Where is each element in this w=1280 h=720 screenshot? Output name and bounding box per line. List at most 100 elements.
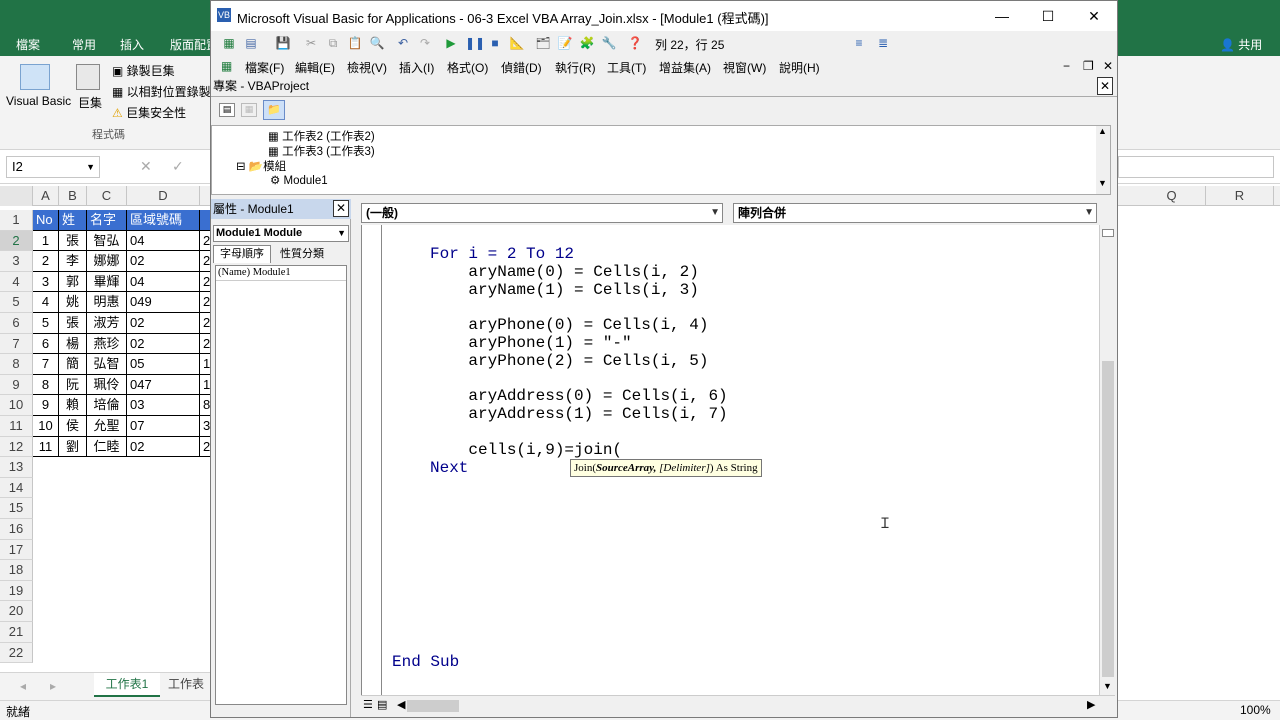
select-all-corner[interactable] — [0, 186, 33, 206]
table-cell[interactable]: 燕珍 — [87, 333, 127, 355]
table-cell[interactable]: 3 — [33, 271, 59, 293]
table-cell[interactable]: 智弘 — [87, 230, 127, 252]
tab-file[interactable]: 檔案 — [16, 36, 40, 53]
table-cell[interactable]: 培倫 — [87, 395, 127, 416]
properties-object-select[interactable]: Module1 Module ▼ — [213, 225, 349, 242]
tree-item-sheet2[interactable]: ▦ 工作表2 (工作表2) — [268, 128, 375, 144]
undo-icon[interactable]: ↶ — [395, 35, 411, 51]
copy-icon[interactable]: ⧉ — [325, 35, 341, 51]
properties-window-icon[interactable]: 📝 — [557, 35, 573, 51]
table-cell[interactable]: 張 — [59, 230, 87, 252]
table-cell[interactable]: 張 — [59, 313, 87, 334]
table-cell[interactable]: 9 — [33, 395, 59, 416]
maximize-button[interactable]: ☐ — [1025, 1, 1071, 31]
table-cell[interactable]: 弘智 — [87, 354, 127, 375]
table-cell[interactable]: 02 — [127, 251, 200, 272]
zoom-level[interactable]: 100% — [1240, 703, 1271, 717]
formula-input[interactable] — [1118, 156, 1274, 178]
table-cell[interactable]: 7 — [33, 354, 59, 375]
reset-icon[interactable]: ■ — [487, 35, 503, 51]
vertical-scroll-thumb[interactable] — [1102, 361, 1114, 677]
row-header[interactable]: 1 — [0, 210, 33, 231]
table-header-cell[interactable]: No — [33, 210, 59, 231]
macros-icon[interactable] — [76, 64, 100, 90]
menu-debug[interactable]: 偵錯(D) — [501, 59, 542, 76]
code-margin-bar[interactable] — [362, 225, 382, 695]
row-header[interactable]: 19 — [0, 580, 33, 602]
table-header-cell[interactable]: 名字 — [87, 210, 127, 231]
col-header-b[interactable]: B — [59, 186, 87, 206]
code-line[interactable]: For i = 2 To 12 — [430, 245, 574, 263]
tab-insert[interactable]: 插入 — [120, 36, 144, 53]
visual-basic-icon[interactable] — [20, 64, 50, 90]
table-cell[interactable]: 11 — [33, 436, 59, 458]
row-header[interactable]: 9 — [0, 374, 33, 396]
procedure-view-icon[interactable]: ☰ — [363, 698, 373, 711]
save-icon[interactable]: 💾 — [275, 35, 291, 51]
scroll-up-icon[interactable]: ▲ — [1098, 126, 1107, 136]
menu-addins[interactable]: 增益集(A) — [659, 59, 711, 76]
minimize-button[interactable]: — — [979, 1, 1025, 31]
table-cell[interactable]: 畢輝 — [87, 271, 127, 293]
table-cell[interactable]: 1 — [33, 230, 59, 252]
run-icon[interactable]: ▶ — [443, 35, 459, 51]
table-cell[interactable]: 郭 — [59, 271, 87, 293]
table-cell[interactable]: 姚 — [59, 292, 87, 313]
split-bar[interactable] — [1102, 229, 1114, 237]
sheet-tab-1[interactable]: 工作表1 — [94, 673, 160, 697]
row-header[interactable]: 14 — [0, 477, 33, 499]
insert-userform-icon[interactable]: ▤ — [243, 35, 259, 51]
row-header[interactable]: 10 — [0, 395, 33, 416]
code-line[interactable]: Next — [430, 459, 468, 477]
table-cell[interactable]: 允聖 — [87, 416, 127, 437]
table-header-cell[interactable]: 姓 — [59, 210, 87, 231]
row-header[interactable]: 13 — [0, 457, 33, 478]
view-object-icon[interactable]: ▦ — [241, 103, 257, 117]
worksheet-grid[interactable]: 1 2 3 4 5 6 7 8 9 10 11 12 13 14 15 16 17 18 19 20 21 22 No 姓名字… — [0, 210, 212, 670]
menu-excel-icon[interactable]: ▦ — [221, 59, 232, 73]
table-cell[interactable]: 02 — [127, 436, 200, 458]
code-editor[interactable]: Join(SourceArray, [Delimiter]) As String… — [361, 225, 1099, 695]
table-header-cell[interactable]: 區域號碼 — [127, 210, 200, 231]
tree-scrollbar[interactable]: ▲ ▼ — [1096, 126, 1110, 194]
row-header[interactable]: 20 — [0, 601, 33, 622]
table-cell[interactable]: 04 — [127, 271, 200, 293]
table-cell[interactable]: 8 — [33, 374, 59, 396]
outdent-icon[interactable]: ≣ — [875, 35, 891, 51]
col-header-c[interactable]: C — [87, 186, 127, 206]
table-cell[interactable]: 娜娜 — [87, 251, 127, 272]
design-mode-icon[interactable]: 📐 — [509, 35, 525, 51]
redo-icon[interactable]: ↷ — [417, 35, 433, 51]
row-header[interactable]: 11 — [0, 416, 33, 437]
row-header[interactable]: 18 — [0, 560, 33, 581]
child-restore-button[interactable]: ❐ — [1083, 59, 1094, 73]
row-header[interactable]: 12 — [0, 436, 33, 458]
tree-item-sheet3[interactable]: ▦ 工作表3 (工作表3) — [268, 143, 375, 159]
tree-item-modules[interactable]: ⊟ 📂模組 — [236, 158, 286, 174]
properties-grid[interactable]: (Name) Module1 — [215, 265, 347, 705]
cancel-icon[interactable]: ✕ — [140, 158, 152, 175]
horizontal-scroll-thumb[interactable] — [407, 700, 459, 712]
help-icon[interactable]: ❓ — [627, 35, 643, 51]
menu-edit[interactable]: 編輯(E) — [295, 59, 335, 76]
table-cell[interactable]: 04 — [127, 230, 200, 252]
menu-window[interactable]: 視窗(W) — [723, 59, 766, 76]
macro-security-button[interactable]: ⚠ 巨集安全性 — [112, 104, 186, 121]
code-line[interactable]: aryAddress(1) = Cells(i, 7) — [430, 405, 727, 423]
row-header[interactable]: 6 — [0, 313, 33, 334]
table-cell[interactable]: 明惠 — [87, 292, 127, 313]
col-header-q[interactable]: Q — [1138, 186, 1206, 206]
cut-icon[interactable]: ✂ — [303, 35, 319, 51]
table-cell[interactable]: 049 — [127, 292, 200, 313]
name-box[interactable]: I2 ▼ — [6, 156, 100, 178]
project-tree[interactable]: ▦ 工作表2 (工作表2) ▦ 工作表3 (工作表3) ⊟ 📂模組 ⚙ Modu… — [211, 125, 1111, 195]
table-cell[interactable]: 07 — [127, 416, 200, 437]
table-cell[interactable]: 2 — [33, 251, 59, 272]
table-cell[interactable]: 楊 — [59, 333, 87, 355]
scroll-down-icon[interactable]: ▼ — [1103, 681, 1112, 691]
view-code-icon[interactable]: ▤ — [219, 103, 235, 117]
row-header[interactable]: 16 — [0, 519, 33, 540]
row-header[interactable]: 7 — [0, 333, 33, 355]
table-cell[interactable]: 02 — [127, 313, 200, 334]
table-cell[interactable]: 02 — [127, 333, 200, 355]
